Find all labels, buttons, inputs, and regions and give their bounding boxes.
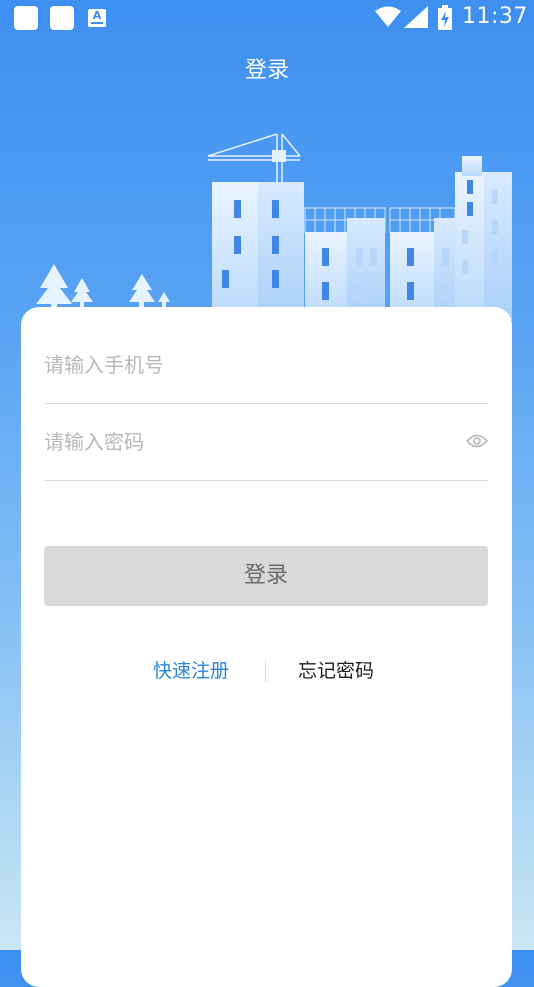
phone-input[interactable] [44,345,444,385]
text-translate-icon: A [88,9,106,27]
forgot-password-link[interactable]: 忘记密码 [298,656,374,683]
crane-icon [207,133,301,184]
app-notification-icon [14,6,38,30]
battery-charging-icon [438,5,452,30]
password-input[interactable] [44,422,444,462]
link-divider [265,660,266,682]
status-bar: A 11:37 [0,0,534,36]
auth-links: 快速注册 忘记密码 [21,652,512,686]
eye-icon[interactable] [466,434,488,448]
app-notification-icon [50,6,74,30]
signal-icon [404,6,428,28]
wifi-icon [375,6,401,27]
password-field [44,404,488,481]
page-title: 登录 [244,58,289,83]
phone-field [44,327,488,404]
login-card: 登录 快速注册 忘记密码 [21,307,512,987]
login-button[interactable]: 登录 [44,546,488,606]
city-skyline-illustration [36,133,512,320]
status-time: 11:37 [462,4,528,29]
register-link[interactable]: 快速注册 [153,656,229,683]
